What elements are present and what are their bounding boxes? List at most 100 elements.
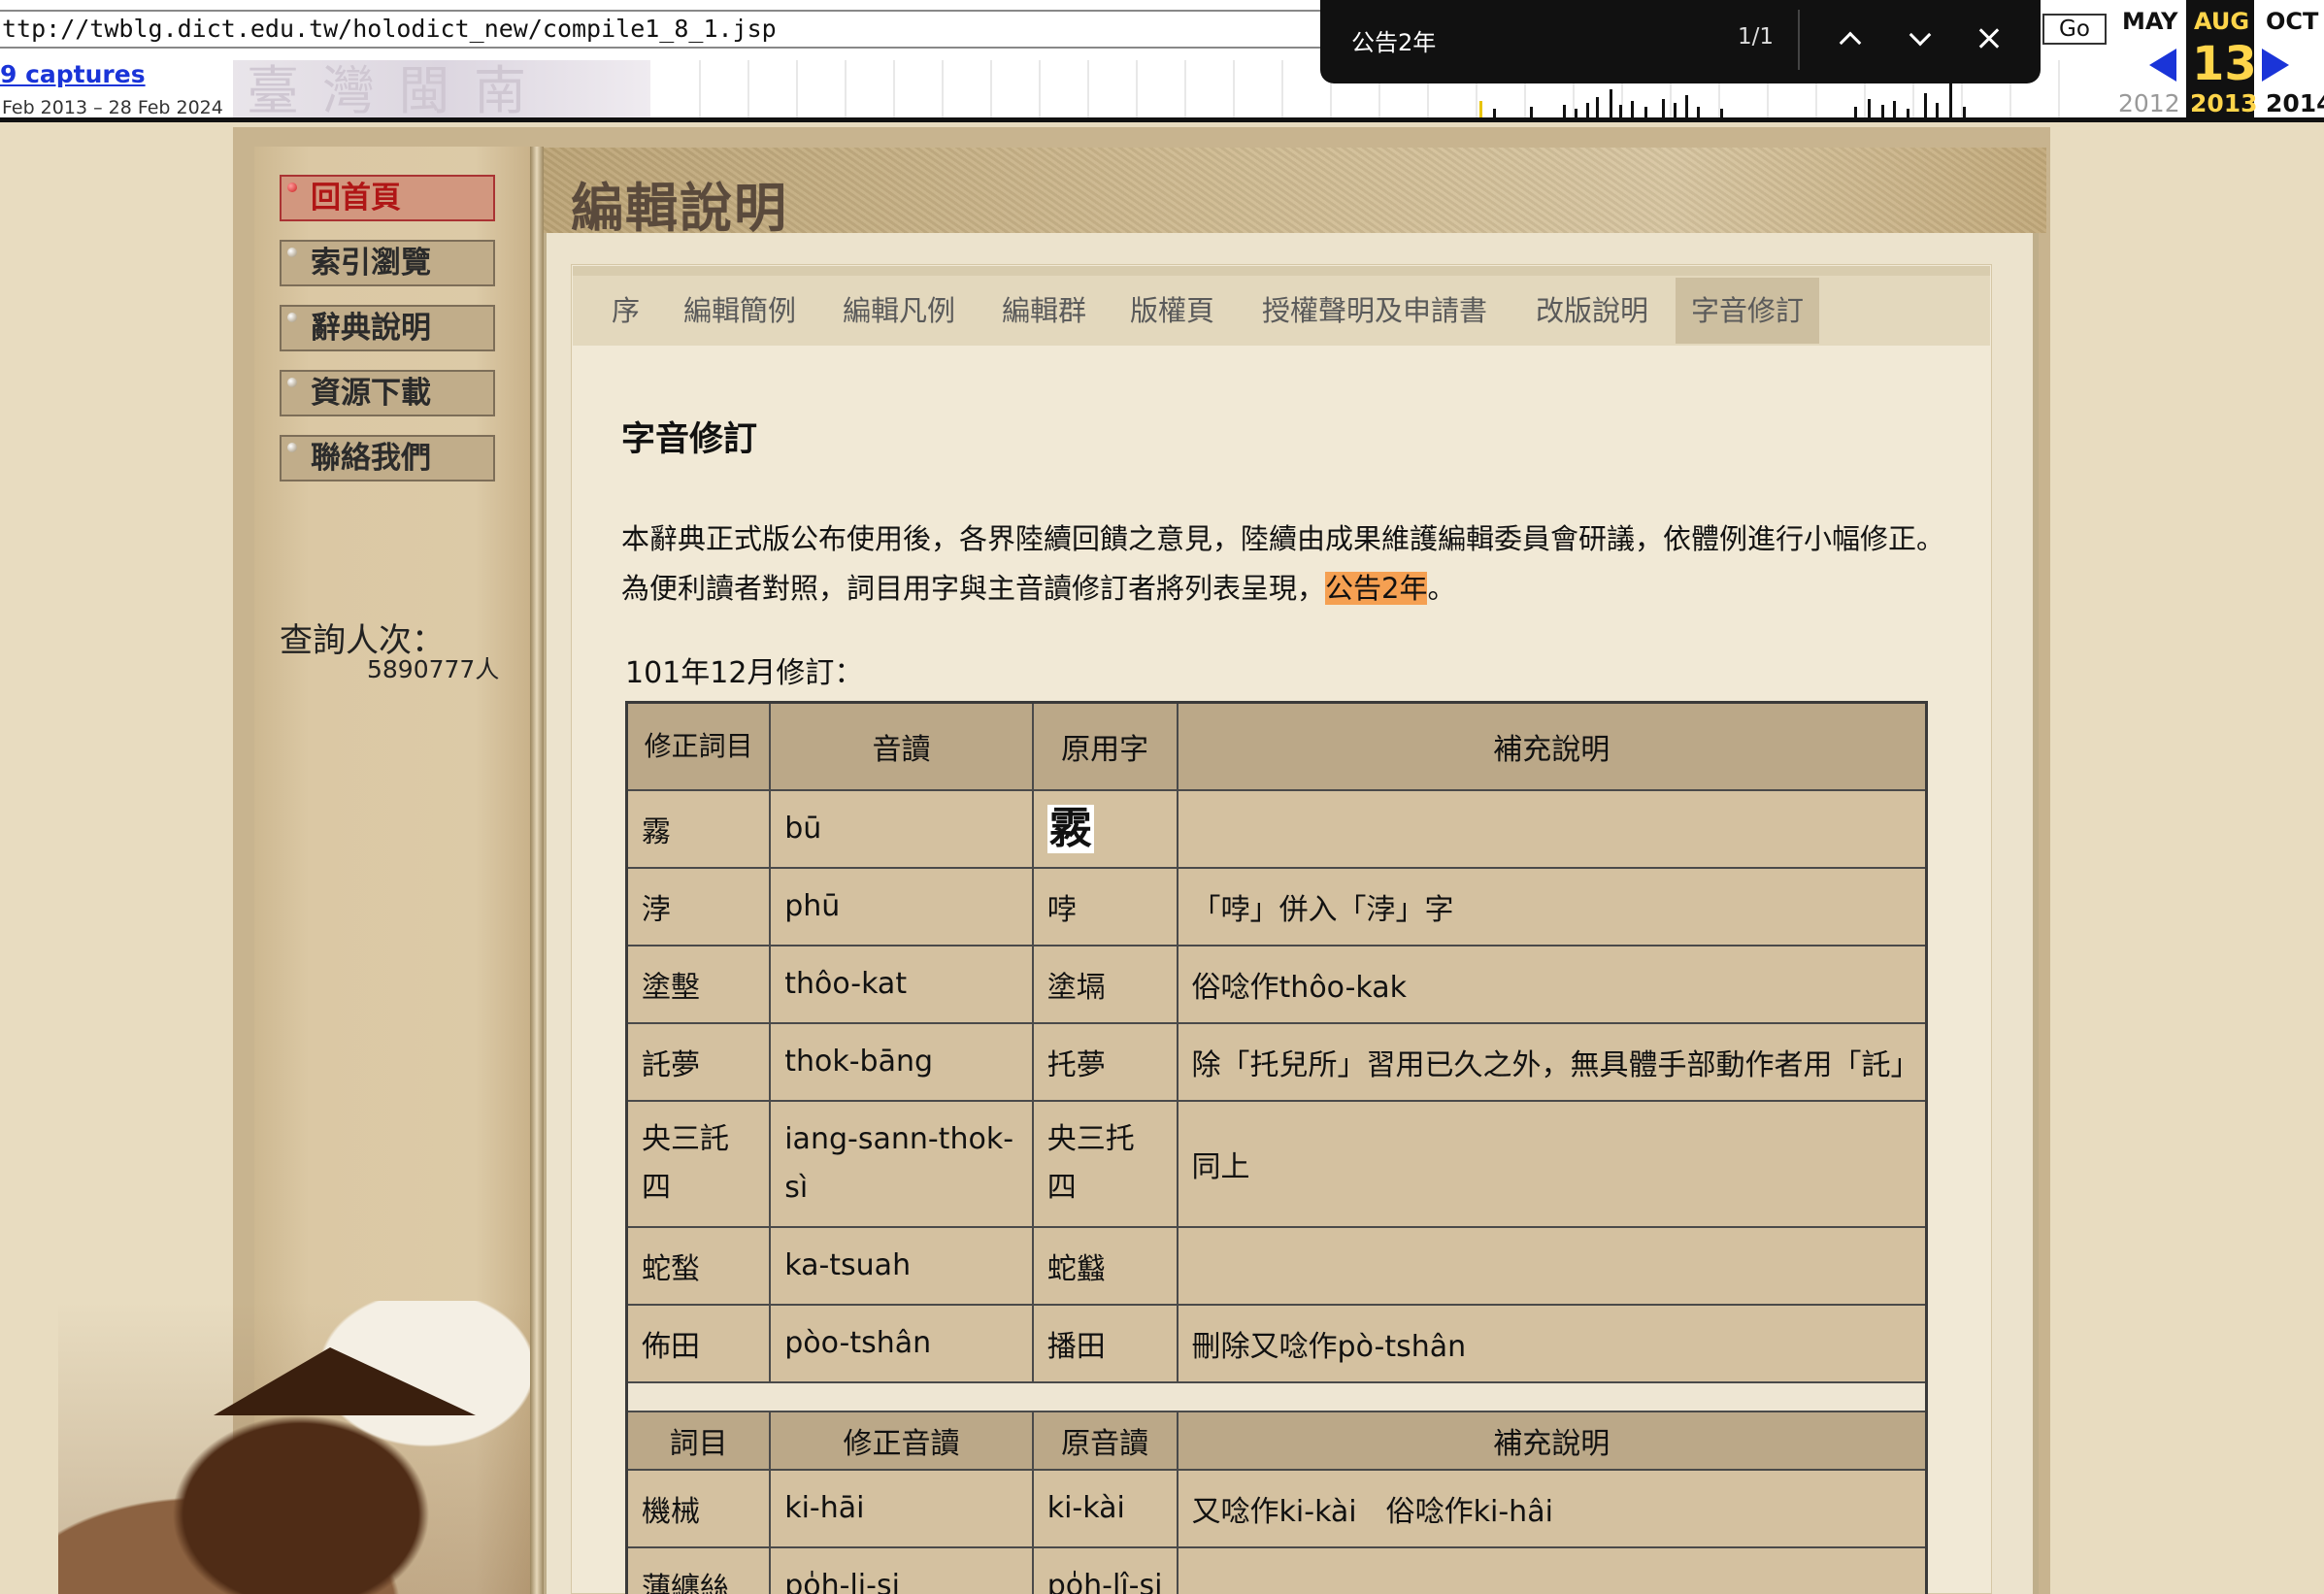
cell-original: ki-kài — [1031, 1468, 1179, 1548]
cell-note: 俗唸作thôo-kak — [1176, 944, 1928, 1024]
cell-word: 託夢 — [625, 1021, 772, 1102]
tab-revision-notes[interactable]: 改版說明 — [1520, 278, 1664, 344]
go-button[interactable]: Go — [2042, 14, 2107, 45]
intro-text: 本辭典正式版公布使用後，各界陸續回饋之意見，陸續由成果維護編輯委員會研議，依體例… — [621, 522, 1945, 605]
temple-illustration — [58, 1301, 544, 1594]
bullet-icon — [287, 248, 297, 257]
prev-capture-icon[interactable] — [2149, 49, 2176, 82]
cell-reading: ka-tsuah — [769, 1225, 1034, 1306]
next-month[interactable]: OCT — [2266, 8, 2318, 35]
prev-month[interactable]: MAY — [2122, 8, 2178, 35]
cell-original: 托夢 — [1031, 1021, 1179, 1102]
next-year[interactable]: 2014 — [2266, 89, 2324, 117]
nav-label: 回首頁 — [311, 181, 401, 216]
tab-copyright[interactable]: 版權頁 — [1114, 278, 1230, 344]
current-day: 13 — [2192, 37, 2257, 91]
nav-downloads[interactable]: 資源下載 — [280, 370, 495, 416]
page-title: 編輯說明 — [571, 178, 788, 239]
nav-dictionary-info[interactable]: 辭典說明 — [280, 305, 495, 351]
find-next-button[interactable] — [1897, 16, 1943, 62]
section-title: 字音修訂 — [621, 420, 758, 459]
cell-note — [1176, 1545, 1928, 1594]
tab-license[interactable]: 授權聲明及申請書 — [1246, 278, 1503, 344]
col-header: 原用字 — [1031, 701, 1179, 791]
col-header: 修正詞目 — [625, 701, 772, 791]
chevron-up-icon — [1839, 31, 1862, 54]
cell-word: 霧 — [625, 788, 772, 869]
cell-note — [1176, 1225, 1928, 1306]
prev-year[interactable]: 2012 — [2118, 89, 2180, 117]
cell-word: 佈田 — [625, 1303, 772, 1383]
find-close-button[interactable] — [1967, 16, 2013, 62]
table-header-row: 修正詞目 音讀 原用字 補充說明 — [625, 701, 1928, 791]
temple-roof-decoration — [214, 1347, 476, 1415]
nav-label: 聯絡我們 — [311, 441, 431, 476]
cell-note: 同上 — [1176, 1099, 1928, 1228]
find-match-count: 1/1 — [1738, 24, 1775, 50]
tab-preface[interactable]: 序 — [596, 278, 655, 344]
cell-note: 「哱」併入「浡」字 — [1176, 866, 1928, 946]
cell-note: 除「托兒所」習用已久之外，無具體手部動作者用「託」 — [1176, 1021, 1928, 1102]
col-header: 補充說明 — [1176, 1410, 1928, 1471]
cell-original: 哱 — [1031, 866, 1179, 946]
nav-index-browse[interactable]: 索引瀏覽 — [280, 240, 495, 286]
tab-pronunciation-revisions[interactable]: 字音修訂 — [1676, 278, 1820, 344]
find-prev-button[interactable] — [1827, 16, 1874, 62]
cell-note: 又唸作ki-kài 俗唸作ki-hâi — [1176, 1468, 1928, 1548]
table-row: 機械 ki-hāi ki-kài 又唸作ki-kài 俗唸作ki-hâi — [625, 1468, 1928, 1548]
current-year: 2013 — [2190, 89, 2258, 117]
cell-reading: pòo-tshân — [769, 1303, 1034, 1383]
revision-table: 修正詞目 音讀 原用字 補充說明 霧 bū 霚 浡 phū 哱 「哱」併入「浡」… — [625, 701, 1928, 1594]
tab-editorial-team[interactable]: 編輯群 — [986, 278, 1102, 344]
cell-reading: bū — [769, 788, 1034, 869]
cell-reading: po̍h-li-si — [769, 1545, 1034, 1594]
captures-link[interactable]: 9 captures — [0, 60, 146, 88]
bullet-icon — [287, 313, 297, 322]
table-row: 塗墼 thôo-kat 塗塥 俗唸作thôo-kak — [625, 944, 1928, 1024]
table-row: 蛇蝵 ka-tsuah 蛇蠽 — [625, 1225, 1928, 1306]
bullet-icon — [287, 378, 297, 387]
col-header: 音讀 — [769, 701, 1034, 791]
capture-range: Feb 2013 – 28 Feb 2024 — [2, 97, 223, 118]
table-row: 浡 phū 哱 「哱」併入「浡」字 — [625, 866, 1928, 946]
table-row: 託夢 thok-bāng 托夢 除「托兒所」習用已久之外，無具體手部動作者用「託… — [625, 1021, 1928, 1102]
bullet-icon — [287, 443, 297, 452]
column-divider — [530, 147, 544, 1594]
find-divider — [1798, 10, 1800, 70]
nav-label: 辭典說明 — [311, 311, 431, 346]
cell-word: 機械 — [625, 1468, 772, 1548]
cell-original: 塗塥 — [1031, 944, 1179, 1024]
cell-word: 塗墼 — [625, 944, 772, 1024]
visit-counter-value: 5890777人 — [367, 655, 500, 683]
col-header: 修正音讀 — [769, 1410, 1034, 1471]
cell-word: 浡 — [625, 866, 772, 946]
col-header: 詞目 — [625, 1410, 772, 1471]
next-capture-icon[interactable] — [2262, 49, 2289, 82]
tab-brief-guide[interactable]: 編輯簡例 — [668, 278, 812, 344]
cell-original: 播田 — [1031, 1303, 1179, 1383]
find-bar: 公告2年 1/1 — [1320, 0, 2041, 83]
table-row: 央三託四 iang-sann-thok-sì 央三托四 同上 — [625, 1099, 1928, 1228]
revision-date-label: 101年12月修訂： — [625, 656, 864, 690]
cell-reading: phū — [769, 866, 1034, 946]
bullet-icon — [287, 183, 297, 192]
cell-original: 蛇蠽 — [1031, 1225, 1179, 1306]
nav-home[interactable]: 回首頁 — [280, 175, 495, 221]
find-input[interactable]: 公告2年 — [1351, 23, 1436, 57]
cell-note: 刪除又唸作pò-tshân — [1176, 1303, 1928, 1383]
table-row: 霧 bū 霚 — [625, 788, 1928, 869]
tab-editorial-rules[interactable]: 編輯凡例 — [827, 278, 971, 344]
cell-original: 霚 — [1031, 788, 1179, 869]
col-header: 補充說明 — [1176, 701, 1928, 791]
table-row: 薄纏絲 po̍h-li-si po̍h-lî-si — [625, 1545, 1928, 1594]
table-spacer-row — [625, 1380, 1928, 1412]
nav-contact[interactable]: 聯絡我們 — [280, 435, 495, 482]
chevron-down-icon — [1909, 23, 1932, 47]
cell-note — [1176, 788, 1928, 869]
original-glyph: 霚 — [1046, 803, 1094, 853]
site-banner-thumbnail: 臺灣閩南 — [233, 60, 650, 117]
table-row: 佈田 pòo-tshân 播田 刪除又唸作pò-tshân — [625, 1303, 1928, 1383]
cell-reading: ki-hāi — [769, 1468, 1034, 1548]
intro-paragraph: 本辭典正式版公布使用後，各界陸續回饋之意見，陸續由成果維護編輯委員會研議，依體例… — [621, 515, 1951, 614]
url-field[interactable]: ttp://twblg.dict.edu.tw/holodict_new/com… — [0, 10, 1394, 49]
